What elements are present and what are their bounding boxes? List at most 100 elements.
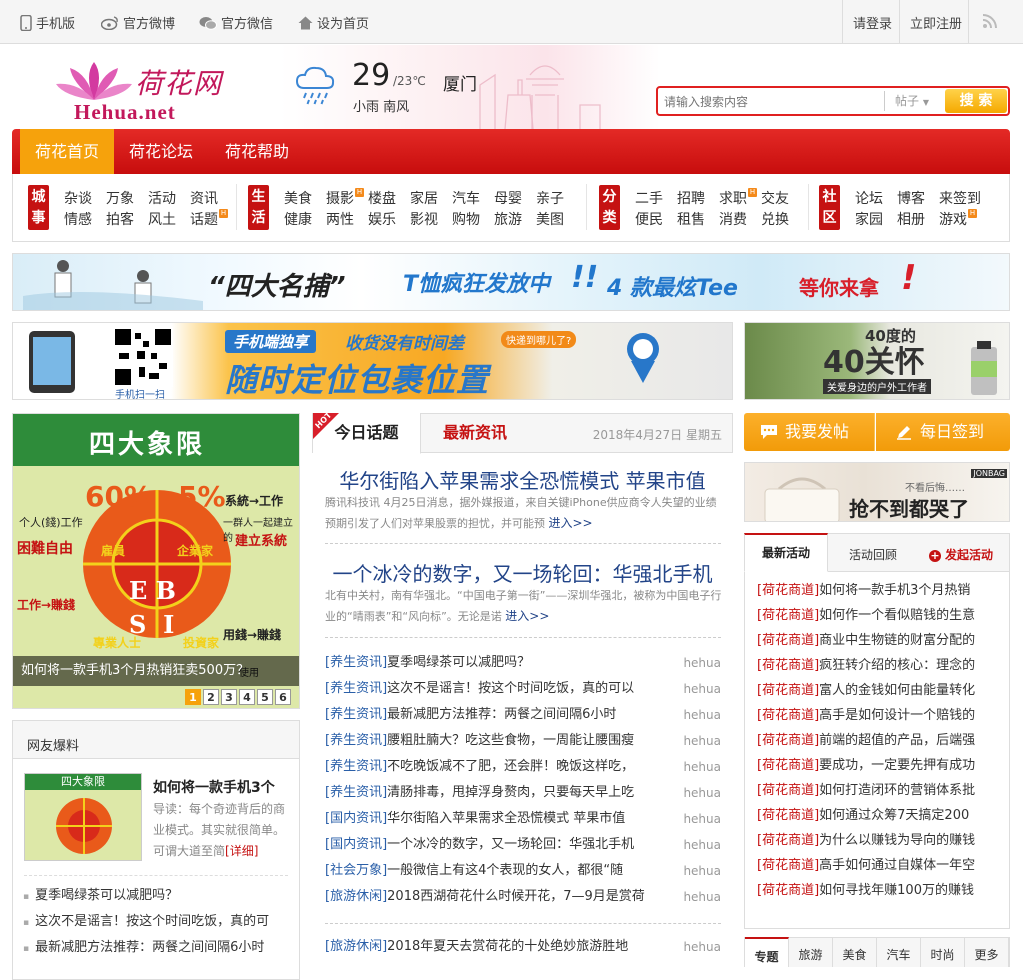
activity-item[interactable]: [荷花商道]前端的超值的产品，后端强 bbox=[757, 728, 997, 753]
activity-item[interactable]: [荷花商道]如何作一个看似赔钱的生意 bbox=[757, 603, 997, 628]
bottom-tab[interactable]: 时尚 bbox=[921, 937, 965, 967]
subnav-link[interactable]: 健康 bbox=[284, 209, 312, 229]
activity-item[interactable]: [荷花商道]商业中生物链的财富分配的 bbox=[757, 628, 997, 653]
subnav-link[interactable]: 家园 bbox=[855, 209, 883, 229]
slide-dot[interactable]: 1 bbox=[185, 689, 201, 705]
subnav-link[interactable]: 风土 bbox=[148, 209, 176, 229]
activity-item[interactable]: [荷花商道]如何通过众筹7天搞定200 bbox=[757, 803, 997, 828]
activity-item[interactable]: [荷花商道]如何寻找年赚100万的赚钱 bbox=[757, 878, 997, 903]
subnav-link[interactable]: 美食 bbox=[284, 188, 312, 208]
register-link[interactable]: 立即注册 bbox=[910, 13, 962, 32]
netfriend-headline[interactable]: 如何将一款手机3个 bbox=[153, 777, 275, 797]
activity-item[interactable]: [荷花商道]富人的金钱如何由能量转化 bbox=[757, 678, 997, 703]
subnav-link[interactable]: 家居 bbox=[410, 188, 438, 208]
image-slider[interactable]: 四大象限 60% 5% 个人(錢)工作 系統→工作 一群人一起建立的 建立系統 … bbox=[12, 413, 300, 709]
tab-activity-review[interactable]: 活动回顾 bbox=[849, 546, 897, 563]
subnav-link[interactable]: 两性 bbox=[326, 209, 354, 229]
bottom-tab[interactable]: 专题 bbox=[745, 937, 789, 967]
subnav-link[interactable]: 招聘 bbox=[677, 188, 705, 208]
nav-forum[interactable]: 荷花论坛 bbox=[129, 129, 193, 174]
subnav-link[interactable]: 亲子 bbox=[536, 188, 564, 208]
news-item[interactable]: [国内资讯]一个冰冷的数字，又一场轮回：华强北手机 hehua bbox=[325, 832, 721, 858]
weather-city[interactable]: 厦门 bbox=[443, 70, 477, 95]
subnav-link[interactable]: 话题 H bbox=[190, 209, 228, 229]
slide-dot[interactable]: 4 bbox=[239, 689, 255, 705]
nav-help[interactable]: 荷花帮助 bbox=[225, 129, 289, 174]
search-input[interactable] bbox=[664, 92, 874, 112]
subnav-link[interactable]: 求职 H bbox=[719, 188, 757, 208]
subnav-link[interactable]: 摄影 H bbox=[326, 188, 364, 208]
subnav-link[interactable]: 情感 bbox=[64, 209, 92, 229]
detail-link[interactable]: [详细] bbox=[225, 844, 258, 858]
subnav-link[interactable]: 楼盘 bbox=[368, 188, 396, 208]
news-item[interactable]: [养生资讯]最新减肥方法推荐：两餐之间间隔6小时 hehua bbox=[325, 702, 721, 728]
login-link[interactable]: 请登录 bbox=[853, 13, 892, 32]
mobile-link[interactable]: 手机版 bbox=[20, 13, 75, 32]
slide-dot[interactable]: 2 bbox=[203, 689, 219, 705]
news-item[interactable]: [养生资讯]这次不是谣言！按这个时间吃饭，真的可以 hehua bbox=[325, 676, 721, 702]
bottom-tab[interactable]: 汽车 bbox=[877, 937, 921, 967]
subnav-link[interactable]: 美图 bbox=[536, 209, 564, 229]
list-item[interactable]: 夏季喝绿茶可以减肥吗？ bbox=[23, 883, 178, 909]
news-item[interactable]: [养生资讯]清肠排毒，甩掉浮身赘肉，只要每天早上吃 hehua bbox=[325, 780, 721, 806]
slide-dot[interactable]: 3 bbox=[221, 689, 237, 705]
subnav-link[interactable]: 活动 bbox=[148, 188, 176, 208]
news-item[interactable]: [养生资讯]腰粗肚腩大？吃这些食物，一周能让腰围瘦 hehua bbox=[325, 728, 721, 754]
subnav-link[interactable]: 拍客 bbox=[106, 209, 134, 229]
subnav-link[interactable]: 租售 bbox=[677, 209, 705, 229]
subnav-link[interactable]: 交友 bbox=[761, 188, 789, 208]
bottom-tab[interactable]: 美食 bbox=[833, 937, 877, 967]
subnav-link[interactable]: 消费 bbox=[719, 209, 747, 229]
news-item[interactable]: [旅游休闲]2018年夏天去赏荷花的十处绝妙旅游胜地 hehua bbox=[325, 934, 721, 960]
subnav-link[interactable]: 影视 bbox=[410, 209, 438, 229]
subnav-link[interactable]: 博客 bbox=[897, 188, 925, 208]
news-item[interactable]: [养生资讯]不吃晚饭减不了肥，还会胖！晚饭这样吃， hehua bbox=[325, 754, 721, 780]
headline-1[interactable]: 华尔街陷入苹果需求全恐慌模式 苹果市值 bbox=[312, 465, 733, 494]
subnav-link[interactable]: 购物 bbox=[452, 209, 480, 229]
tab-latest-news[interactable]: 最新资讯 bbox=[421, 413, 529, 454]
weibo-link[interactable]: 官方微博 bbox=[101, 13, 175, 32]
news-item[interactable]: [国内资讯]华尔街陷入苹果需求全恐慌模式 苹果市值 hehua bbox=[325, 806, 721, 832]
activity-item[interactable]: [荷花商道]如何打造闭环的营销体系批 bbox=[757, 778, 997, 803]
slide-dot[interactable]: 6 bbox=[275, 689, 291, 705]
logo[interactable] bbox=[54, 60, 134, 104]
subnav-link[interactable]: 相册 bbox=[897, 209, 925, 229]
bag-ad-banner[interactable]: JONBAG 不看后悔…… 抢不到都哭了 bbox=[744, 462, 1010, 522]
list-item[interactable]: 这次不是谣言！按这个时间吃饭，真的可 bbox=[23, 909, 269, 935]
subnav-link[interactable]: 杂谈 bbox=[64, 188, 92, 208]
subnav-link[interactable]: 资讯 bbox=[190, 188, 218, 208]
nav-home[interactable]: 荷花首页 bbox=[20, 129, 114, 174]
subnav-link[interactable]: 游戏 H bbox=[939, 209, 977, 229]
activity-item[interactable]: [荷花商道]疯狂转介绍的核心：理念的 bbox=[757, 653, 997, 678]
headline-2[interactable]: 一个冰冷的数字，又一场轮回：华强北手机 bbox=[312, 558, 733, 587]
activity-item[interactable]: [荷花商道]高手是如何设计一个赔钱的 bbox=[757, 703, 997, 728]
news-item[interactable]: [养生资讯]夏季喝绿茶可以减肥吗？ hehua bbox=[325, 650, 721, 676]
search-type-select[interactable]: 帖子 ▼ bbox=[884, 91, 942, 111]
activity-item[interactable]: [荷花商道]要成功，一定要先押有成功 bbox=[757, 753, 997, 778]
subnav-link[interactable]: 来签到 bbox=[939, 188, 981, 208]
subnav-link[interactable]: 万象 bbox=[106, 188, 134, 208]
slide-caption[interactable]: 如何将一款手机3个月热销狂卖500万？ bbox=[13, 656, 299, 686]
subnav-link[interactable]: 兑换 bbox=[761, 209, 789, 229]
rss-icon[interactable] bbox=[982, 13, 998, 29]
news-item[interactable]: [社会万象]一般微信上有这4个表现的女人，都很“随 hehua bbox=[325, 858, 721, 884]
bottom-tab[interactable]: 更多 bbox=[965, 937, 1009, 967]
more-link[interactable]: 进入>> bbox=[549, 516, 593, 530]
subnav-link[interactable]: 母婴 bbox=[494, 188, 522, 208]
netfriend-thumb[interactable]: 四大象限 bbox=[24, 773, 142, 861]
care-promo-banner[interactable]: 40度的 40关怀 关爱身边的户外工作者 bbox=[744, 322, 1010, 400]
weixin-link[interactable]: 官方微信 bbox=[199, 13, 273, 32]
subnav-link[interactable]: 论坛 bbox=[855, 188, 883, 208]
search-button[interactable]: 搜 索 bbox=[945, 89, 1007, 113]
tab-latest-activity[interactable]: 最新活动 bbox=[744, 533, 828, 572]
list-item[interactable]: 最新减肥方法推荐：两餐之间间隔6小时 bbox=[23, 935, 264, 961]
subnav-link[interactable]: 汽车 bbox=[452, 188, 480, 208]
activity-item[interactable]: [荷花商道]高手如何通过自媒体一年空 bbox=[757, 853, 997, 878]
package-tracking-banner[interactable]: 手机扫一扫 手机端独享 收货没有时间差 快递到哪儿了? 随时定位包裹位置 bbox=[12, 322, 733, 400]
subnav-link[interactable]: 二手 bbox=[635, 188, 663, 208]
subnav-link[interactable]: 旅游 bbox=[494, 209, 522, 229]
set-homepage-link[interactable]: 设为首页 bbox=[298, 13, 369, 32]
slide-dot[interactable]: 5 bbox=[257, 689, 273, 705]
activity-item[interactable]: [荷花商道]如何将一款手机3个月热销 bbox=[757, 578, 997, 603]
tee-promo-banner[interactable]: “四大名捕” T恤疯狂发放中 !! 4 款最炫Tee 等你来拿 ! bbox=[12, 253, 1010, 311]
